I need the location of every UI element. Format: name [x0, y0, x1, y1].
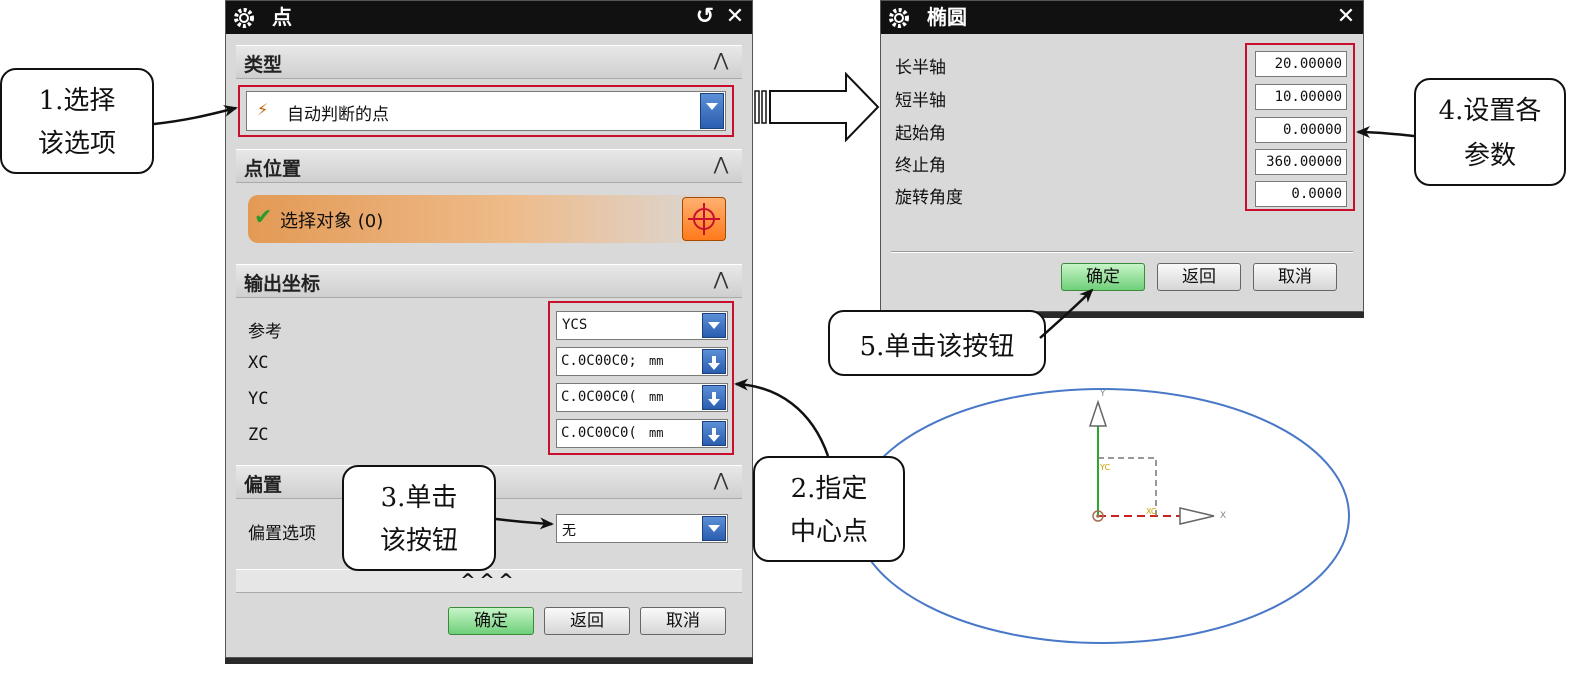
arrow-callout-3: [495, 517, 554, 530]
arrow-callout-1: [153, 105, 238, 126]
pointer-arrows: [153, 105, 1415, 530]
arrow-callout-4: [1356, 126, 1415, 139]
arrow-callout-2: [734, 378, 830, 457]
arrow-callout-5: [1039, 288, 1094, 339]
